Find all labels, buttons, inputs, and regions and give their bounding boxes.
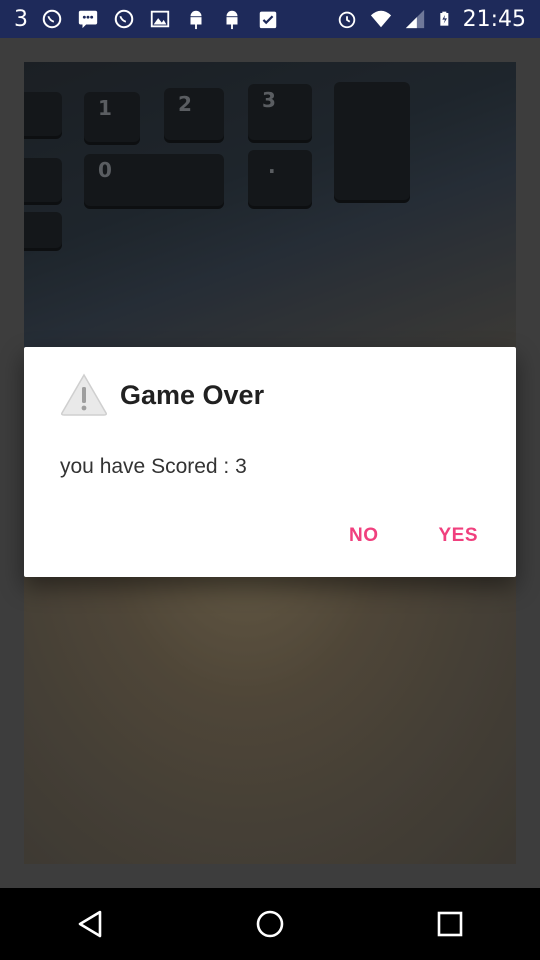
recents-button[interactable] <box>430 904 470 944</box>
android-icon <box>226 10 238 30</box>
game-over-dialog: Game Over you have Scored : 3 NO YES <box>24 347 516 577</box>
dialog-actions: NO YES <box>341 523 486 549</box>
clipboard-check-icon <box>259 11 277 29</box>
dialog-message: you have Scored : 3 <box>60 455 247 478</box>
dialog-header: Game Over <box>60 373 264 417</box>
wifi-icon <box>370 10 391 28</box>
back-icon <box>78 910 102 938</box>
android-icon <box>190 10 202 30</box>
whatsapp-icon <box>42 9 62 29</box>
home-icon <box>256 910 284 938</box>
alarm-icon <box>338 11 355 29</box>
signal-icon <box>405 9 424 29</box>
whatsapp-icon <box>114 9 134 29</box>
recents-icon <box>437 911 463 937</box>
battery-charging-icon <box>439 11 448 26</box>
clock-time: 21:45 <box>462 6 526 32</box>
back-button[interactable] <box>70 904 110 944</box>
message-icon <box>78 10 98 29</box>
home-button[interactable] <box>250 904 290 944</box>
dialog-title: Game Over <box>120 379 265 410</box>
no-button[interactable]: NO <box>341 523 387 549</box>
warning-icon <box>61 373 107 416</box>
navigation-bar <box>0 888 540 960</box>
image-icon <box>150 10 170 28</box>
yes-button[interactable]: YES <box>430 523 486 549</box>
status-bar: 3 21:45 <box>0 0 540 38</box>
notification-count: 3 <box>14 6 28 32</box>
